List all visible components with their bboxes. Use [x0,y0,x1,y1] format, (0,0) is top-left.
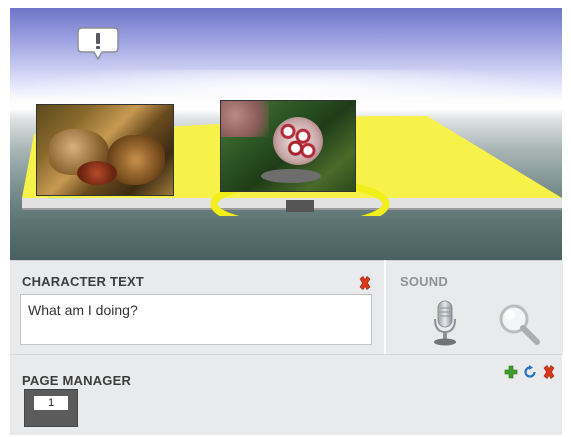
page-toolbar [504,365,556,379]
food-photo-card[interactable] [37,105,173,195]
dumpling-shape [107,135,165,185]
red-x-icon[interactable] [358,276,372,290]
character-text-input[interactable]: What am I doing? [20,294,372,345]
flower-cluster [273,117,323,165]
page-thumbnail[interactable]: 1 [24,389,78,427]
microphone-icon[interactable] [430,299,460,347]
character-text-panel: CHARACTER TEXT What am I doing? [10,260,384,355]
add-icon[interactable] [504,365,518,379]
bowl-shape [261,169,321,183]
sound-panel: SOUND [385,260,563,355]
storybook-editor: CHARACTER TEXT What am I doing? SOUND PA… [10,8,563,435]
delete-icon[interactable] [542,365,556,379]
sauce-shape [77,161,117,185]
scene-stage[interactable] [10,8,562,260]
page-manager-panel: PAGE MANAGER 1 [10,354,562,435]
page-manager-title: PAGE MANAGER [22,373,132,388]
exclamation-speech-bubble-icon[interactable] [76,26,120,61]
flower-photo-card[interactable] [221,101,355,191]
sound-title: SOUND [400,274,448,289]
page-number: 1 [34,396,68,410]
hand-shape [221,101,269,137]
character-text-title: CHARACTER TEXT [22,274,144,289]
refresh-icon[interactable] [523,365,537,379]
magnifier-icon[interactable] [496,301,542,347]
